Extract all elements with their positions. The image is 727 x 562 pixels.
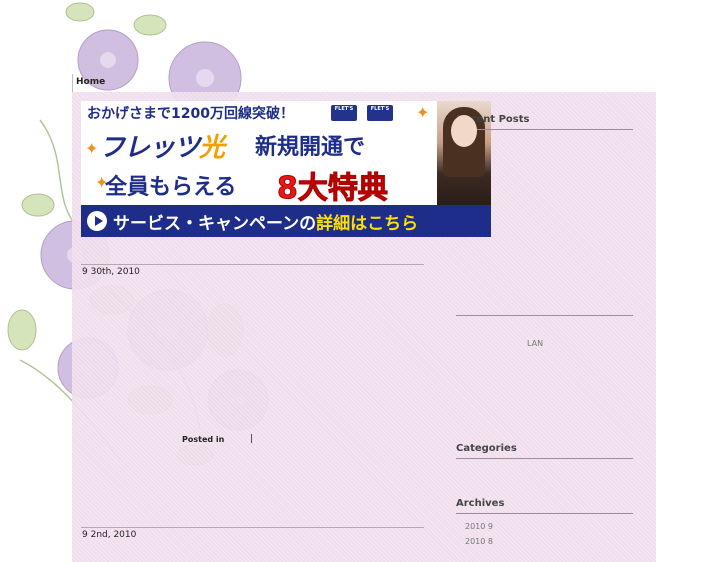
post-date: 9 2nd, 2010: [82, 530, 137, 540]
sidebar-divider: [456, 129, 633, 130]
play-icon: [87, 211, 107, 231]
sidebar-divider: [456, 458, 633, 459]
post-divider: [81, 527, 424, 528]
banner-cta-bar[interactable]: サービス・キャンペーンの詳細はこちら: [81, 205, 491, 237]
post-meta-separator: |: [250, 434, 254, 444]
posted-in-label: Posted in: [182, 435, 225, 444]
flets-logo-1: FLET'S: [331, 105, 357, 121]
flets-hikari-banner[interactable]: おかげさまで1200万回線突破！ FLET'S FLET'S ✦ ✦ ✦ フレッ…: [81, 101, 491, 237]
sidebar-recent-link[interactable]: LAN: [527, 339, 543, 348]
sidebar-divider: [456, 513, 633, 514]
sidebar-categories-heading: Categories: [456, 443, 517, 454]
banner-brand: フレッツ光: [99, 133, 225, 163]
banner-tagline-1: 新規開通で: [255, 135, 366, 160]
sidebar-archives-heading: Archives: [456, 498, 505, 509]
post-date: 9 30th, 2010: [82, 267, 140, 277]
banner-tagline-2: 全員もらえる: [105, 175, 237, 200]
post-divider: [81, 264, 424, 265]
banner-tagline-3: 8大特典: [277, 171, 389, 207]
banner-cta-text: サービス・キャンペーンの詳細はこちら: [113, 214, 419, 234]
top-nav: Home: [72, 74, 656, 92]
archive-link[interactable]: 2010 9: [465, 522, 493, 531]
sparkle-icon: ✦: [85, 139, 99, 158]
flets-logo-2: FLET'S: [367, 105, 393, 121]
sidebar-divider: [456, 315, 633, 316]
banner-headline: おかげさまで1200万回線突破！: [87, 106, 294, 122]
sparkle-icon: ✦: [416, 103, 430, 122]
nav-home-link[interactable]: Home: [76, 77, 105, 87]
